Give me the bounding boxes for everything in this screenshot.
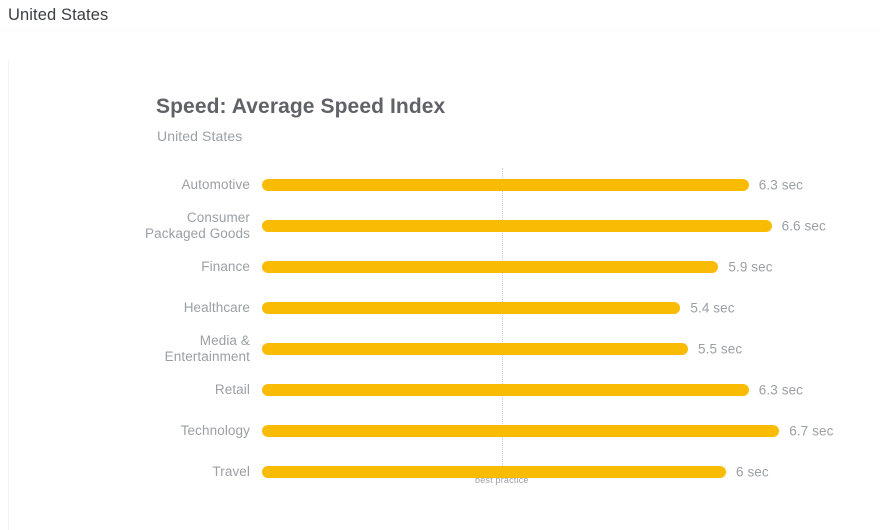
bar-value-label: 6.3 sec bbox=[758, 382, 804, 397]
header-divider bbox=[0, 30, 880, 31]
bar-row[interactable]: Finance 5.9 sec bbox=[9, 246, 880, 287]
chart-title: Speed: Average Speed Index bbox=[156, 95, 446, 118]
chart-plot-area: best practice Automotive 6.3 sec Consumer … bbox=[9, 160, 880, 530]
bar-row[interactable]: Technology 6.7 sec bbox=[9, 410, 880, 451]
bar-category-label: Technology bbox=[180, 422, 250, 438]
bar-fill[interactable] bbox=[262, 383, 749, 396]
chart-card: Speed: Average Speed Index United States… bbox=[8, 60, 880, 530]
bar-value-label: 6.6 sec bbox=[781, 218, 826, 233]
bar-value-label: 5.9 sec bbox=[728, 259, 773, 274]
bar-row[interactable]: Consumer Packaged Goods 6.6 sec bbox=[9, 205, 880, 246]
bar-row[interactable]: Media & Entertainment 5.5 sec bbox=[9, 328, 880, 369]
bar-track: 5.5 sec bbox=[262, 328, 880, 369]
bar-value-label: 6.3 sec bbox=[758, 177, 804, 192]
bar-fill[interactable] bbox=[262, 342, 688, 355]
chart-subtitle: United States bbox=[157, 128, 243, 144]
bar-row[interactable]: Healthcare 5.4 sec bbox=[9, 287, 880, 328]
bar-category-label: Finance bbox=[201, 258, 250, 274]
bar-row[interactable]: Retail 6.3 sec bbox=[9, 369, 880, 410]
bar-track: 5.4 sec bbox=[262, 287, 880, 328]
page-header: United States bbox=[0, 0, 880, 30]
bar-fill[interactable] bbox=[262, 219, 772, 232]
bar-track: 6.7 sec bbox=[262, 410, 880, 451]
bar-value-label: 5.5 sec bbox=[698, 341, 743, 356]
bar-fill[interactable] bbox=[262, 178, 749, 191]
bar-fill[interactable] bbox=[262, 260, 719, 273]
bar-category-label: Automotive bbox=[181, 176, 250, 192]
bar-value-label: 6 sec bbox=[736, 464, 769, 479]
bar-track: 6 sec bbox=[262, 451, 880, 492]
bar-fill[interactable] bbox=[262, 465, 726, 478]
bar-value-label: 6.7 sec bbox=[789, 423, 834, 438]
bar-track: 6.3 sec bbox=[262, 369, 880, 410]
bar-value-label: 5.4 sec bbox=[690, 300, 735, 315]
bar-category-label: Healthcare bbox=[183, 299, 250, 315]
bar-category-label: Retail bbox=[214, 381, 250, 397]
bar-track: 6.3 sec bbox=[262, 164, 880, 205]
bar-track: 6.6 sec bbox=[262, 205, 880, 246]
page-title: United States bbox=[8, 5, 109, 24]
bar-category-label: Travel bbox=[212, 463, 250, 479]
bar-row[interactable]: Automotive 6.3 sec bbox=[9, 164, 880, 205]
bar-fill[interactable] bbox=[262, 424, 780, 437]
bar-fill[interactable] bbox=[262, 301, 681, 314]
bar-category-label: Media & Entertainment bbox=[164, 332, 250, 364]
bar-row[interactable]: Travel 6 sec bbox=[9, 451, 880, 492]
bar-track: 5.9 sec bbox=[262, 246, 880, 287]
bar-category-label: Consumer Packaged Goods bbox=[145, 209, 250, 241]
